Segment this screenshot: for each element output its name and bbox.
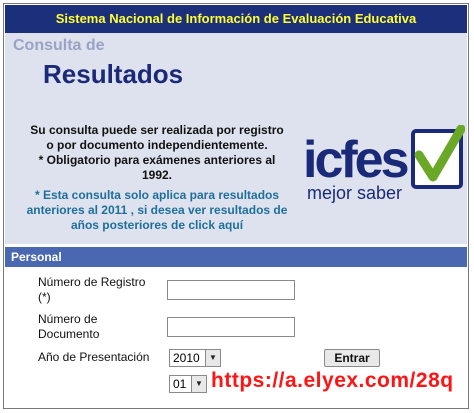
watermark-url: https://a.elyex.com/28q: [211, 369, 454, 392]
instruction-line: 1992.: [141, 168, 173, 182]
documento-label: Número de Documento: [38, 312, 99, 342]
chevron-down-icon[interactable]: ▼: [191, 376, 206, 392]
consulta-heading: Consulta de: [13, 37, 105, 54]
section-title: Personal: [11, 250, 62, 264]
results-form-frame: Sistema Nacional de Información de Evalu…: [3, 3, 469, 409]
system-title: Sistema Nacional de Información de Evalu…: [55, 11, 417, 26]
icfes-logo: icfes mejor saber: [303, 125, 465, 203]
documento-label-line: Número de: [38, 312, 98, 326]
resultados-heading: Resultados: [43, 59, 184, 89]
documento-input[interactable]: [167, 317, 295, 337]
periodo-selected-value: 01: [173, 377, 187, 391]
note-line: * Esta consulta solo aplica para resulta…: [34, 188, 280, 202]
note-line[interactable]: años posteriores de click aquí: [13, 218, 301, 233]
intro-panel: Consulta de Resultados Su consulta puede…: [5, 33, 467, 244]
periodo-select[interactable]: 01 ▼: [169, 375, 207, 393]
instructions-text: Su consulta puede ser realizada por regi…: [13, 123, 301, 183]
anio-selected-value: 2010: [173, 351, 200, 365]
note-line: anteriores al 2011 , si desea ver result…: [26, 203, 288, 217]
anio-select[interactable]: 2010 ▼: [169, 349, 221, 367]
registro-label: Número de Registro (*): [38, 275, 145, 305]
registro-input[interactable]: [167, 280, 295, 300]
registro-required-mark: (*): [38, 290, 51, 304]
chevron-down-icon[interactable]: ▼: [205, 350, 220, 366]
logo-brand-text: icfes: [303, 131, 408, 189]
entrar-button[interactable]: Entrar: [324, 349, 380, 367]
click-here-note[interactable]: * Esta consulta solo aplica para resulta…: [13, 188, 301, 233]
instruction-line: o por documento independientemente.: [46, 138, 268, 152]
system-title-bar: Sistema Nacional de Información de Evalu…: [5, 5, 467, 33]
registro-label-line: Número de Registro: [38, 275, 146, 289]
documento-label-line: Documento: [38, 327, 100, 341]
section-header-personal: Personal: [5, 247, 467, 267]
instruction-line: Su consulta puede ser realizada por regi…: [30, 123, 284, 137]
anio-label: Año de Presentación: [38, 350, 150, 364]
instruction-line: * Obligatorio para exámenes anteriores a…: [38, 153, 276, 167]
logo-tagline-text: mejor saber: [307, 183, 402, 203]
